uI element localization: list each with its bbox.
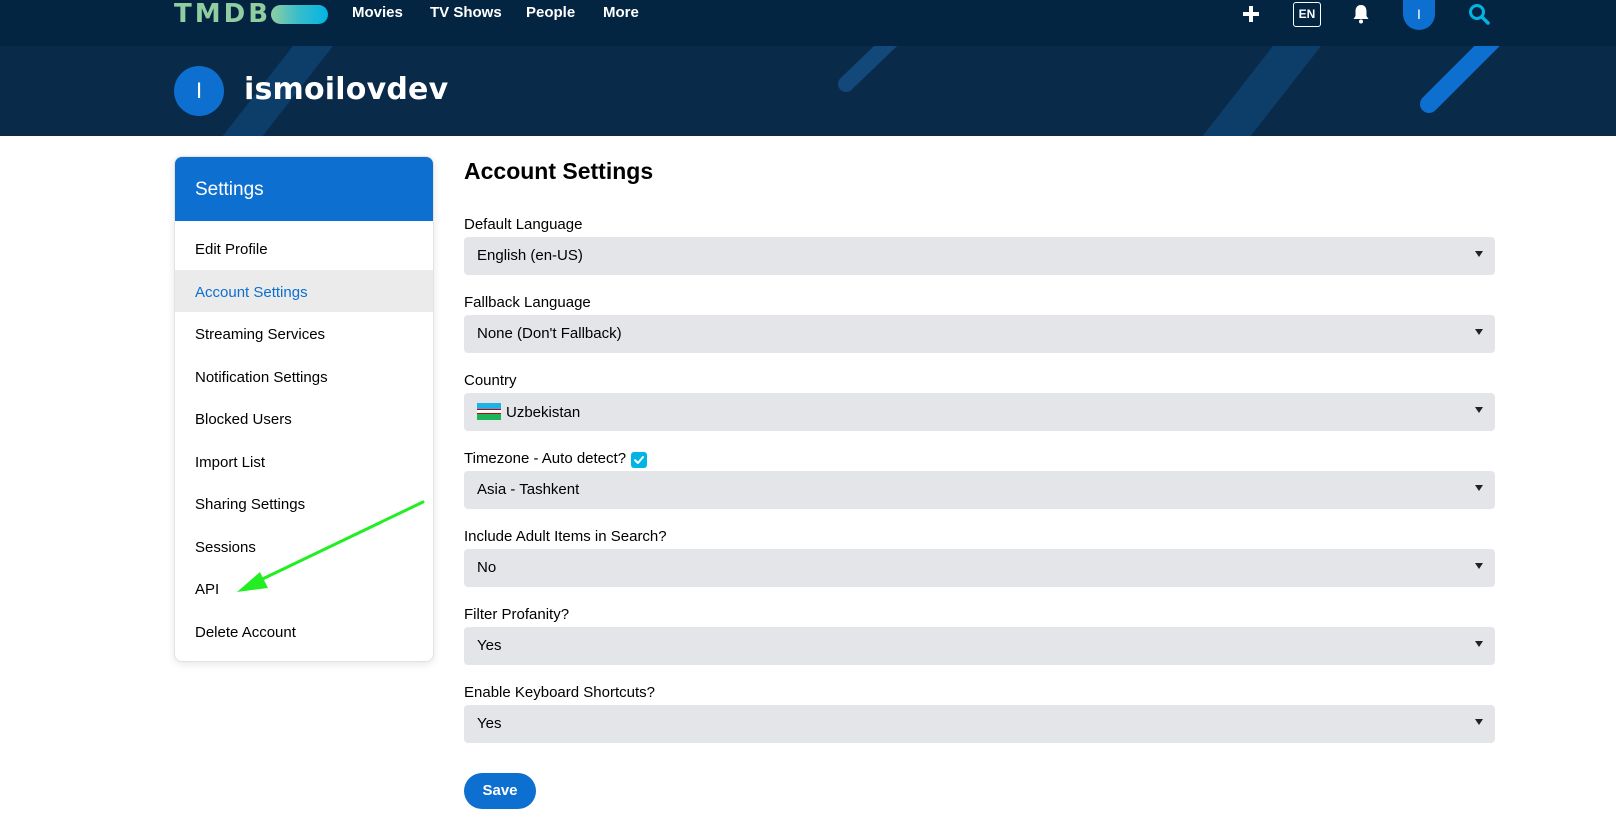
profile-banner: I ismoilovdev [0,46,1616,136]
sidebar-item-delete-account[interactable]: Delete Account [175,610,433,653]
nav-link-movies[interactable]: Movies [352,4,403,21]
filter-profanity-select[interactable]: Yes [464,627,1495,665]
user-avatar[interactable]: I [1403,0,1435,30]
default-language-label: Default Language [464,216,583,233]
page-title: Account Settings [464,158,654,184]
bell-icon[interactable] [1352,4,1370,24]
sidebar-item-account-settings[interactable]: Account Settings [175,269,433,312]
country-value: Uzbekistan [506,404,581,421]
chevron-down-icon [1475,485,1483,491]
timezone-select[interactable]: Asia - Tashkent [464,471,1495,509]
filter-profanity-label: Filter Profanity? [464,606,570,623]
top-navbar: TMDB Movies TV Shows People More EN I [0,0,1616,46]
search-icon[interactable] [1468,3,1490,25]
default-language-value: English (en-US) [477,247,583,264]
timezone-value: Asia - Tashkent [477,481,580,498]
sidebar-item-blocked-users[interactable]: Blocked Users [175,397,433,440]
sidebar-title: Settings [175,157,433,221]
add-icon[interactable] [1242,5,1260,23]
fallback-language-select[interactable]: None (Don't Fallback) [464,315,1495,353]
sidebar-item-streaming-services[interactable]: Streaming Services [175,312,433,355]
timezone-auto-detect-checkbox[interactable] [631,452,647,468]
chevron-down-icon [1475,719,1483,725]
sidebar-item-sharing-settings[interactable]: Sharing Settings [175,482,433,525]
nav-link-people[interactable]: People [526,4,575,21]
save-button[interactable]: Save [464,773,536,809]
profile-username[interactable]: ismoilovdev [244,72,448,107]
language-selector[interactable]: EN [1293,2,1321,27]
sidebar-item-api[interactable]: API [175,567,433,610]
fallback-language-label: Fallback Language [464,294,591,311]
uzbekistan-flag-icon [477,403,501,420]
keyboard-shortcuts-value: Yes [477,715,502,732]
sidebar-menu: Edit Profile Account Settings Streaming … [175,221,433,652]
banner-stripe [1163,46,1345,136]
keyboard-shortcuts-label: Enable Keyboard Shortcuts? [464,684,655,701]
adult-items-value: No [477,559,497,576]
sidebar-item-notification-settings[interactable]: Notification Settings [175,355,433,398]
settings-sidebar: Settings Edit Profile Account Settings S… [174,156,434,662]
chevron-down-icon [1475,641,1483,647]
chevron-down-icon [1475,251,1483,257]
nav-link-tv-shows[interactable]: TV Shows [430,4,502,21]
adult-items-label: Include Adult Items in Search? [464,528,667,545]
banner-accent-stripe [838,46,898,92]
banner-accent-stripe-bright [1420,46,1500,113]
chevron-down-icon [1475,407,1483,413]
checkmark-icon [634,456,644,464]
adult-items-select[interactable]: No [464,549,1495,587]
tmdb-logo-pill [271,5,328,24]
profile-avatar[interactable]: I [174,66,224,116]
country-select[interactable]: Uzbekistan [464,393,1495,431]
sidebar-item-sessions[interactable]: Sessions [175,525,433,568]
tmdb-logo[interactable]: TMDB [174,0,271,28]
country-label: Country [464,372,517,389]
timezone-label: Timezone - Auto detect? [464,450,627,467]
fallback-language-value: None (Don't Fallback) [477,325,622,342]
chevron-down-icon [1475,329,1483,335]
keyboard-shortcuts-select[interactable]: Yes [464,705,1495,743]
nav-link-more[interactable]: More [603,4,639,21]
sidebar-item-import-list[interactable]: Import List [175,440,433,483]
default-language-select[interactable]: English (en-US) [464,237,1495,275]
filter-profanity-value: Yes [477,637,502,654]
chevron-down-icon [1475,563,1483,569]
sidebar-item-edit-profile[interactable]: Edit Profile [175,227,433,270]
